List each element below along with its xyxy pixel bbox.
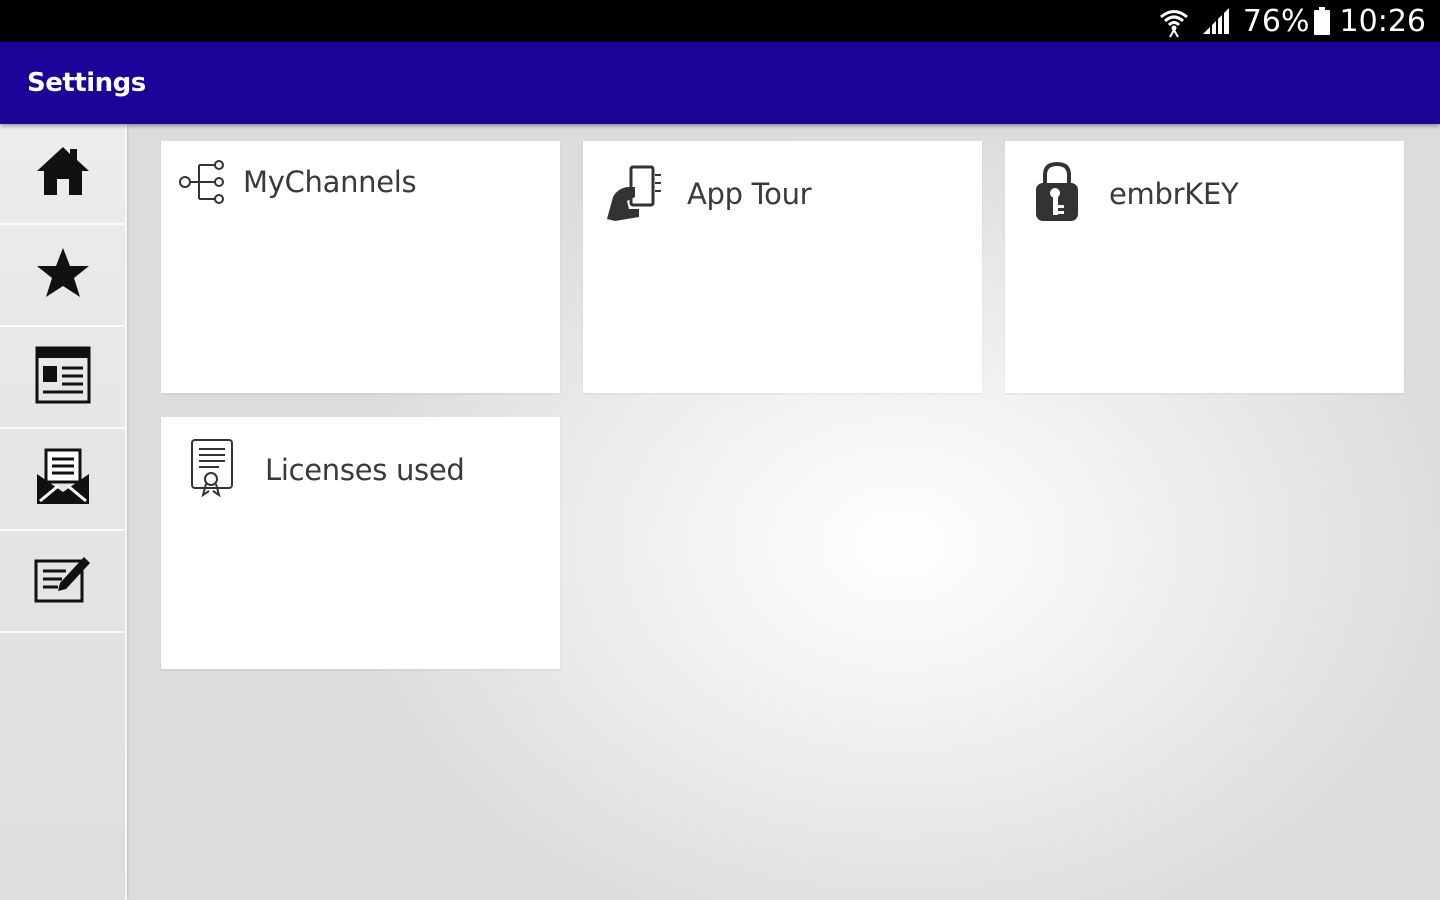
clock: 10:26: [1339, 3, 1426, 39]
sidebar-item-edit[interactable]: [0, 532, 125, 633]
home-icon: [35, 145, 91, 202]
tile-label: Licenses used: [265, 453, 465, 487]
status-indicators: 76% 10:26: [1157, 0, 1426, 42]
mail-icon: [34, 448, 92, 511]
battery-percent: 76%: [1242, 3, 1310, 39]
page-title: Settings: [27, 68, 146, 98]
certificate-icon: [189, 437, 237, 504]
status-bar: 76% 10:26: [0, 0, 1440, 42]
sidebar-item-messages[interactable]: [0, 430, 125, 531]
tile-app-tour[interactable]: App Tour: [583, 141, 982, 393]
star-icon: [35, 246, 91, 305]
channels-icon: [179, 159, 227, 210]
tile-licenses-used[interactable]: Licenses used: [161, 417, 560, 669]
wifi-icon: [1157, 4, 1191, 38]
edit-icon: [34, 555, 92, 608]
lock-key-icon: [1033, 161, 1081, 228]
sidebar-item-news[interactable]: [0, 328, 125, 429]
newspaper-icon: [35, 346, 91, 409]
sidebar-item-favorites[interactable]: [0, 226, 125, 327]
tile-label: App Tour: [687, 177, 812, 211]
tile-mychannels[interactable]: MyChannels: [161, 141, 560, 393]
sidebar-item-home[interactable]: [0, 124, 125, 225]
tile-label: embrKEY: [1109, 177, 1239, 211]
sidebar: [0, 124, 127, 900]
app-tour-icon: [605, 165, 663, 228]
tile-label: MyChannels: [243, 165, 417, 199]
battery-icon: [1313, 7, 1330, 35]
main-content: MyChannels App Tour embrKEY Licenses use…: [0, 124, 1440, 900]
signal-icon: [1201, 6, 1233, 36]
tile-embrkey[interactable]: embrKEY: [1005, 141, 1404, 393]
app-bar: Settings: [0, 42, 1440, 124]
